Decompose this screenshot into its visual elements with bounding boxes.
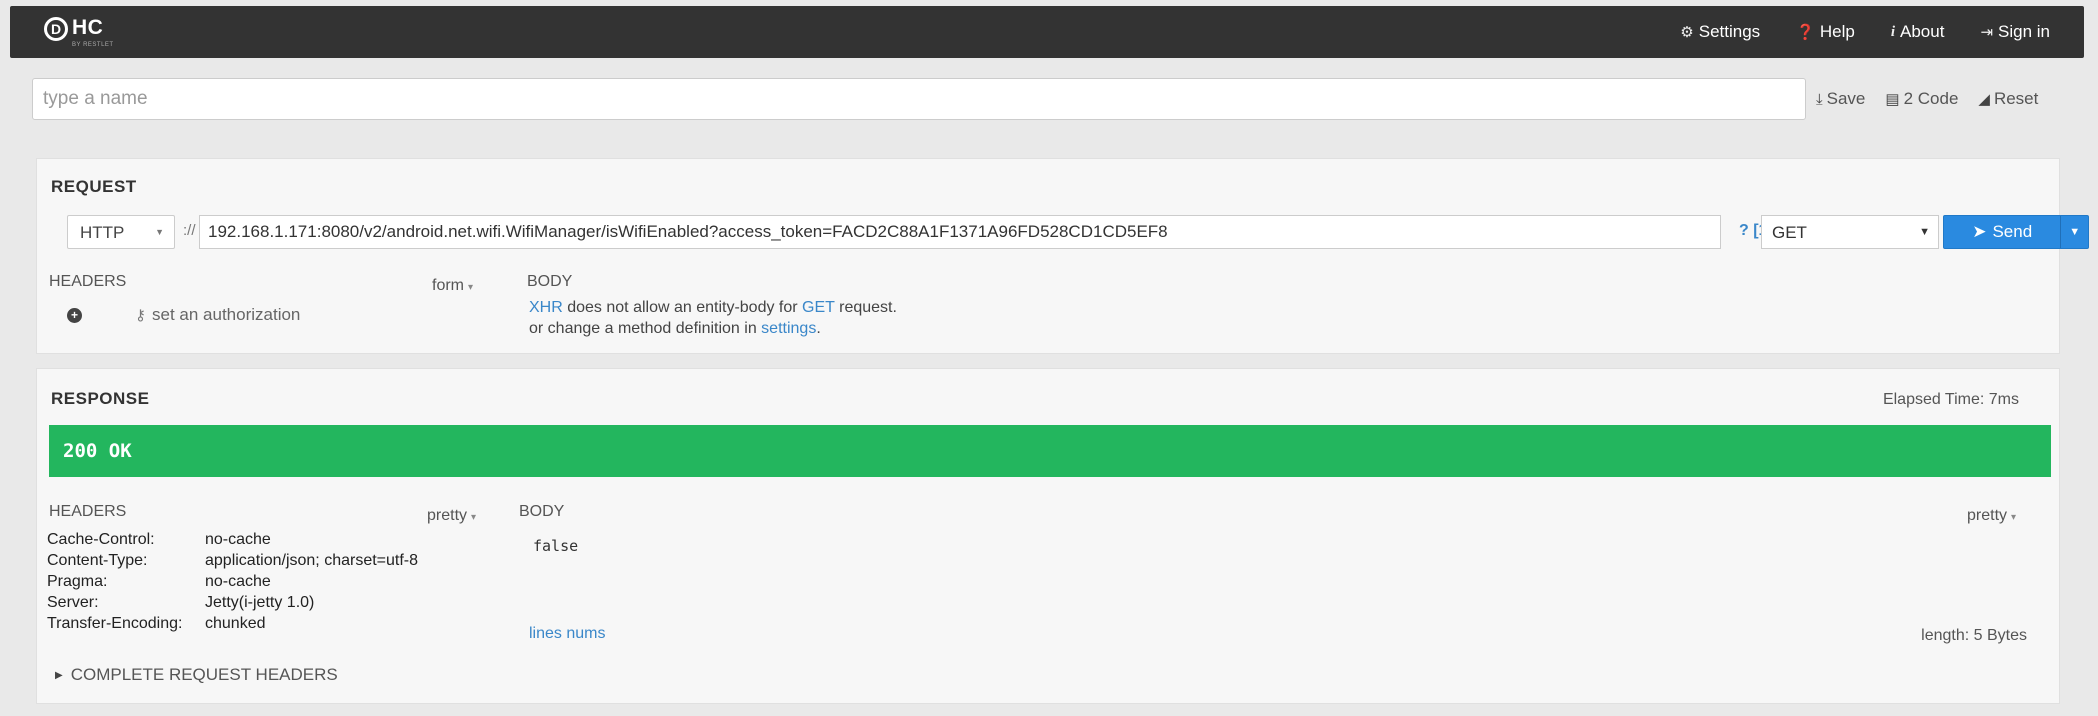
scheme-value: HTTP: [80, 223, 125, 242]
header-row: Server: Jetty(i-jetty 1.0): [47, 594, 418, 615]
request-body-label: BODY: [527, 273, 573, 290]
download-icon: ⤓: [1816, 90, 1823, 108]
header-row: Cache-Control: no-cache: [47, 531, 418, 552]
save-button[interactable]: ⤓ Save: [1816, 89, 1865, 109]
header-value: no-cache: [205, 531, 271, 548]
header-key: Server:: [47, 594, 99, 611]
nav-help-label: Help: [1819, 22, 1855, 41]
request-name-input[interactable]: [32, 78, 1806, 120]
file-icon: ▤: [1885, 91, 1900, 108]
app-logo[interactable]: D HC BY RESTLET: [44, 16, 144, 51]
lines-nums-toggle[interactable]: lines nums: [529, 625, 605, 643]
response-panel: RESPONSE Elapsed Time: 7ms 200 OK HEADER…: [36, 368, 2060, 704]
logo-text: HC: [72, 16, 104, 39]
response-body: false: [533, 537, 579, 555]
nav-about[interactable]: i About: [1891, 22, 1945, 42]
scheme-separator: ://: [183, 222, 196, 239]
info-icon: i: [1890, 23, 1895, 40]
header-row: Pragma: no-cache: [47, 573, 418, 594]
set-authorization-label: set an authorization: [152, 305, 301, 324]
caret-down-icon: ▼: [2069, 226, 2081, 238]
elapsed-time: Elapsed Time: 7ms: [1882, 391, 2019, 408]
header-row: Content-Type: application/json; charset=…: [47, 552, 418, 573]
header-value: chunked: [205, 615, 266, 632]
scheme-select[interactable]: HTTP ▼: [67, 215, 175, 249]
add-header-icon[interactable]: +: [67, 308, 82, 323]
code-label: 2 Code: [1903, 89, 1959, 108]
header-key: Content-Type:: [47, 552, 148, 569]
nav-help[interactable]: ❓ Help: [1796, 22, 1855, 42]
caret-right-icon: ▶: [55, 669, 63, 681]
body-message-line-2: or change a method definition in setting…: [529, 318, 897, 339]
method-value: GET: [1772, 223, 1807, 242]
save-label: Save: [1826, 89, 1866, 108]
send-button[interactable]: ➤ Send ▼: [1943, 215, 2089, 249]
response-body-label: BODY: [519, 503, 565, 520]
response-headers-table: Cache-Control: no-cache Content-Type: ap…: [47, 531, 418, 636]
logo-subtitle: BY RESTLET: [72, 42, 114, 48]
headers-mode-dropdown[interactable]: form ▾: [432, 277, 473, 295]
header-value: no-cache: [205, 573, 271, 590]
response-body-mode-value: pretty: [1967, 507, 2008, 524]
xhr-link[interactable]: XHR: [529, 299, 563, 316]
body-msg-part-2: request.: [839, 299, 897, 316]
logo-mark: D: [44, 17, 68, 41]
gear-icon: ⚙: [1680, 24, 1694, 41]
request-panel: REQUEST HTTP ▼ :// ? [1] GET ▼ ➤ Send ▼ …: [36, 158, 2089, 354]
url-input[interactable]: [199, 215, 1721, 249]
request-title: REQUEST: [51, 177, 137, 196]
key-icon: ⚷: [135, 307, 146, 324]
name-actions: ⤓ Save ▤ 2 Code ◢ Reset: [1816, 78, 2038, 120]
nav-settings[interactable]: ⚙ Settings: [1680, 22, 1760, 42]
nav-about-label: About: [1900, 22, 1945, 41]
body-msg-part-1: does not allow an entity-body for: [567, 299, 798, 316]
response-headers-label: HEADERS: [49, 503, 127, 520]
response-headers-mode-value: pretty: [427, 507, 468, 524]
sign-in-icon: ⇥: [1980, 24, 1994, 41]
send-options-toggle[interactable]: ▼: [2060, 216, 2088, 248]
nav-signin[interactable]: ⇥ Sign in: [1980, 22, 2050, 42]
response-headers-mode-dropdown[interactable]: pretty ▾: [427, 507, 476, 525]
question-circle-icon: ❓: [1796, 24, 1815, 41]
caret-down-icon: ▾: [468, 282, 474, 293]
header-key: Pragma:: [47, 573, 108, 590]
request-headers-label: HEADERS: [49, 273, 127, 290]
caret-down-icon: ▾: [2011, 512, 2017, 523]
nav-settings-label: Settings: [1698, 22, 1761, 41]
body-msg-part-3: or change a method definition in: [529, 320, 757, 337]
chevron-down-icon: ▼: [155, 227, 164, 237]
body-msg-part-4: .: [816, 320, 821, 337]
paper-plane-icon: ➤: [1972, 222, 1987, 241]
eraser-icon: ◢: [1978, 91, 1990, 108]
code-button[interactable]: ▤ 2 Code: [1885, 89, 1958, 109]
caret-down-icon: ▾: [471, 512, 477, 523]
set-authorization-button[interactable]: ⚷ set an authorization: [135, 305, 300, 325]
header-key: Cache-Control:: [47, 531, 155, 548]
settings-link[interactable]: settings: [761, 320, 816, 337]
get-link[interactable]: GET: [802, 299, 835, 316]
header-value: application/json; charset=utf-8: [205, 552, 419, 569]
header-value: Jetty(i-jetty 1.0): [205, 594, 315, 611]
header-row: Transfer-Encoding: chunked: [47, 615, 418, 636]
reset-button[interactable]: ◢ Reset: [1978, 89, 2038, 109]
status-badge: 200 OK: [49, 425, 2051, 477]
complete-request-headers-toggle[interactable]: ▶ COMPLETE REQUEST HEADERS: [55, 665, 338, 685]
response-body-mode-dropdown[interactable]: pretty ▾: [1967, 507, 2016, 525]
method-select[interactable]: GET ▼: [1761, 215, 1939, 249]
send-label: Send: [1992, 222, 2033, 241]
chevron-down-icon: ▼: [1919, 226, 1930, 238]
nav-links: ⚙ Settings ❓ Help i About ⇥ Sign in: [1680, 6, 2050, 58]
send-main[interactable]: ➤ Send: [1944, 222, 2060, 242]
header-key: Transfer-Encoding:: [47, 615, 183, 632]
body-message-line-1: XHR does not allow an entity-body for GE…: [529, 297, 897, 318]
nav-signin-label: Sign in: [1998, 22, 2050, 41]
reset-label: Reset: [1993, 89, 2039, 108]
complete-request-headers-label: COMPLETE REQUEST HEADERS: [70, 665, 338, 684]
response-length: length: 5 Bytes: [1921, 627, 2027, 644]
body-message: XHR does not allow an entity-body for GE…: [529, 297, 897, 339]
headers-mode-value: form: [432, 277, 464, 294]
top-navbar: D HC BY RESTLET ⚙ Settings ❓ Help i Abou…: [10, 6, 2084, 58]
response-title: RESPONSE: [51, 389, 150, 408]
